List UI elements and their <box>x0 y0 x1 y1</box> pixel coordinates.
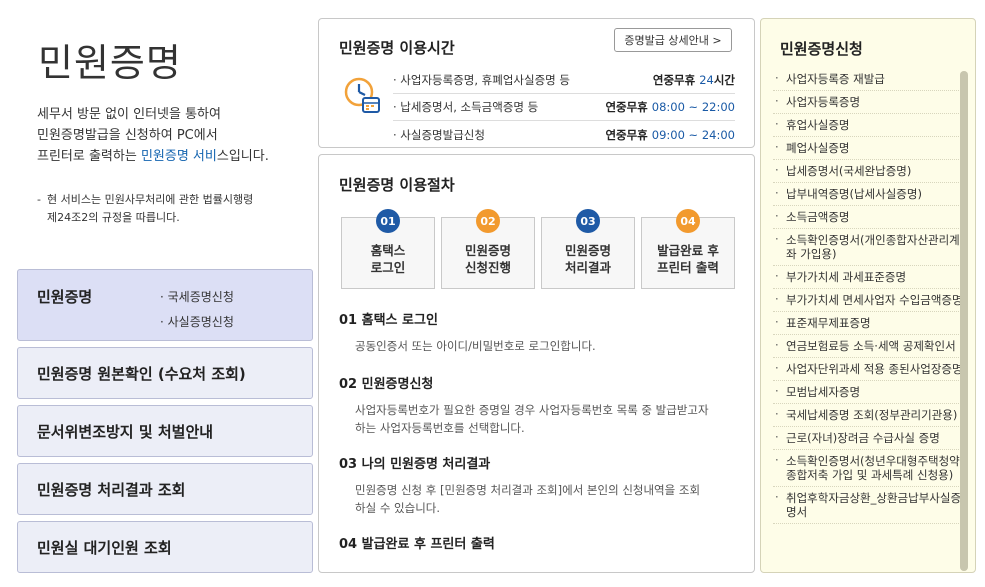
civil-apply-panel: 민원증명신청 사업자등록증 재발급 사업자등록증명 휴업사실증명 폐업사실증명 … <box>760 18 976 573</box>
service-highlight: 민원증명 서비 <box>140 149 217 164</box>
step-description: 02 민원증명신청 사업자등록번호가 필요한 증명일 경우 사업자등록번호 목록… <box>339 373 739 437</box>
menu-item-waiting-lookup[interactable]: 민원실 대기인원 조회 <box>17 521 313 573</box>
step-heading: 03 나의 민원증명 처리결과 <box>339 457 491 472</box>
certificate-list: 사업자등록증 재발급 사업자등록증명 휴업사실증명 폐업사실증명 납세증명서(국… <box>773 68 963 524</box>
service-name: · 사실증명발급신청 <box>393 127 485 142</box>
service-name: · 사업자등록증명, 휴폐업사실증명 등 <box>393 73 570 87</box>
submenu-fact-cert[interactable]: · 사실증명신청 <box>160 310 234 335</box>
usage-hours-table: · 사업자등록증명, 휴폐업사실증명 등 연중무휴 24시간 · 납세증명서, … <box>393 67 735 148</box>
step-description: 03 나의 민원증명 처리결과 민원증명 신청 후 [민원증명 처리결과 조회]… <box>339 453 739 517</box>
table-row: · 사업자등록증명, 휴폐업사실증명 등 연중무휴 24시간 <box>393 67 735 94</box>
intro-line: 민원증명발급을 신청하여 PC에서 <box>37 128 218 143</box>
intro-text: 세무서 방문 없이 인터넷을 통하여 민원증명발급을 신청하여 PC에서 프린터… <box>37 104 307 167</box>
menu-item-civil-cert[interactable]: 민원증명 · 국세증명신청 · 사실증명신청 <box>17 269 313 341</box>
service-hours: 연중무휴 08:00 ~ 22:00 <box>605 100 735 114</box>
menu-item-original-check[interactable]: 민원증명 원본확인 (수요처 조회) <box>17 347 313 399</box>
step-number: 04 <box>676 209 700 233</box>
step-number: 03 <box>576 209 600 233</box>
list-item[interactable]: 납부내역증명(납세사실증명) <box>773 183 963 206</box>
step-text: 하실 수 있습니다. <box>355 501 441 515</box>
usage-procedure-panel: 민원증명 이용절차 01 홈택스 로그인 02 민원증명 신청진행 03 민원증명 처… <box>318 154 755 573</box>
menu-item-forgery-prevention[interactable]: 문서위변조방지 및 처벌안내 <box>17 405 313 457</box>
step-number: 01 <box>376 209 400 233</box>
panel-title: 민원증명신청 <box>780 40 863 58</box>
scrollbar[interactable] <box>960 71 968 571</box>
step-print: 04 발급완료 후 프린터 출력 <box>641 209 735 289</box>
list-item[interactable]: 연금보험료등 소득·세액 공제확인서 <box>773 335 963 358</box>
intro-line: 프린터로 출력하는 민원증명 서비스입니다. <box>37 149 269 164</box>
list-item[interactable]: 폐업사실증명 <box>773 137 963 160</box>
left-column: 민원증명 세무서 방문 없이 인터넷을 통하여 민원증명발급을 신청하여 PC에… <box>0 0 318 587</box>
left-menu: 민원증명 · 국세증명신청 · 사실증명신청 민원증명 원본확인 (수요처 조회… <box>17 269 313 573</box>
service-hours: 연중무휴 24시간 <box>652 73 735 87</box>
panel-title: 민원증명 이용시간 <box>339 39 455 57</box>
list-item[interactable]: 모범납세자증명 <box>773 381 963 404</box>
intro-line: 세무서 방문 없이 인터넷을 통하여 <box>37 107 221 122</box>
list-item[interactable]: 표준재무제표증명 <box>773 312 963 335</box>
list-item[interactable]: 부가가치세 과세표준증명 <box>773 266 963 289</box>
step-text: 공동인증서 또는 아이디/비밀번호로 로그인합니다. <box>355 339 596 353</box>
list-item[interactable]: 사업자등록증 재발급 <box>773 68 963 91</box>
service-hours: 연중무휴 09:00 ~ 24:00 <box>605 127 735 142</box>
service-name: · 납세증명서, 소득금액증명 등 <box>393 100 539 114</box>
clock-calendar-icon <box>344 77 380 113</box>
step-text: 민원증명 신청 후 [민원증명 처리결과 조회]에서 본인의 신청내역을 조회 <box>355 483 701 497</box>
list-item[interactable]: 납세증명서(국세완납증명) <box>773 160 963 183</box>
step-number: 02 <box>476 209 500 233</box>
step-description: 04 발급완료 후 프린터 출력 <box>339 533 739 561</box>
list-item[interactable]: 취업후학자금상환_상환금납부사실증명서 <box>773 487 963 524</box>
step-result: 03 민원증명 처리결과 <box>541 209 635 289</box>
menu-item-label: 민원증명 <box>37 288 93 306</box>
procedure-steps: 01 홈택스 로그인 02 민원증명 신청진행 03 민원증명 처리결과 04 발급완… <box>341 209 735 291</box>
list-item[interactable]: 소득확인증명서(개인종합자산관리계좌 가입용) <box>773 229 963 266</box>
list-item[interactable]: 국세납세증명 조회(정부관리기관용) <box>773 404 963 427</box>
menu-item-result-lookup[interactable]: 민원증명 처리결과 조회 <box>17 463 313 515</box>
submenu: · 국세증명신청 · 사실증명신청 <box>160 285 234 335</box>
step-login: 01 홈택스 로그인 <box>341 209 435 289</box>
list-item[interactable]: 근로(자녀)장려금 수급사실 증명 <box>773 427 963 450</box>
usage-hours-panel: 민원증명 이용시간 증명발급 상세안내 > · 사업자등록증명, 휴폐업사실증명… <box>318 18 755 148</box>
scrollbar-thumb[interactable] <box>960 71 968 571</box>
step-heading: 04 발급완료 후 프린터 출력 <box>339 537 495 552</box>
table-row: · 납세증명서, 소득금액증명 등 연중무휴 08:00 ~ 22:00 <box>393 94 735 121</box>
step-description: 01 홈택스 로그인 공동인증서 또는 아이디/비밀번호로 로그인합니다. <box>339 309 739 355</box>
list-item[interactable]: 사업자등록증명 <box>773 91 963 114</box>
list-item[interactable]: 휴업사실증명 <box>773 114 963 137</box>
list-item[interactable]: 부가가치세 면세사업자 수입금액증명 <box>773 289 963 312</box>
list-item[interactable]: 소득금액증명 <box>773 206 963 229</box>
legal-note: -현 서비스는 민원사무처리에 관한 법률시행령 제24조2의 규정을 따릅니다… <box>37 193 254 224</box>
list-item[interactable]: 소득확인증명서(청년우대형주택청약종합저축 가입 및 과세특례 신청용) <box>773 450 963 487</box>
step-text: 하는 사업자등록번호를 선택합니다. <box>355 421 525 435</box>
submenu-national-tax-cert[interactable]: · 국세증명신청 <box>160 285 234 310</box>
step-apply: 02 민원증명 신청진행 <box>441 209 535 289</box>
step-text: 사업자등록번호가 필요한 증명일 경우 사업자등록번호 목록 중 발급받고자 <box>355 403 709 417</box>
panel-title: 민원증명 이용절차 <box>339 176 455 194</box>
step-heading: 02 민원증명신청 <box>339 377 434 392</box>
table-row: · 사실증명발급신청 연중무휴 09:00 ~ 24:00 <box>393 121 735 148</box>
detail-guide-button[interactable]: 증명발급 상세안내 > <box>614 28 732 52</box>
page-title: 민원증명 <box>38 41 182 85</box>
list-item[interactable]: 사업자단위과세 적용 종된사업장증명 <box>773 358 963 381</box>
step-heading: 01 홈택스 로그인 <box>339 313 438 328</box>
